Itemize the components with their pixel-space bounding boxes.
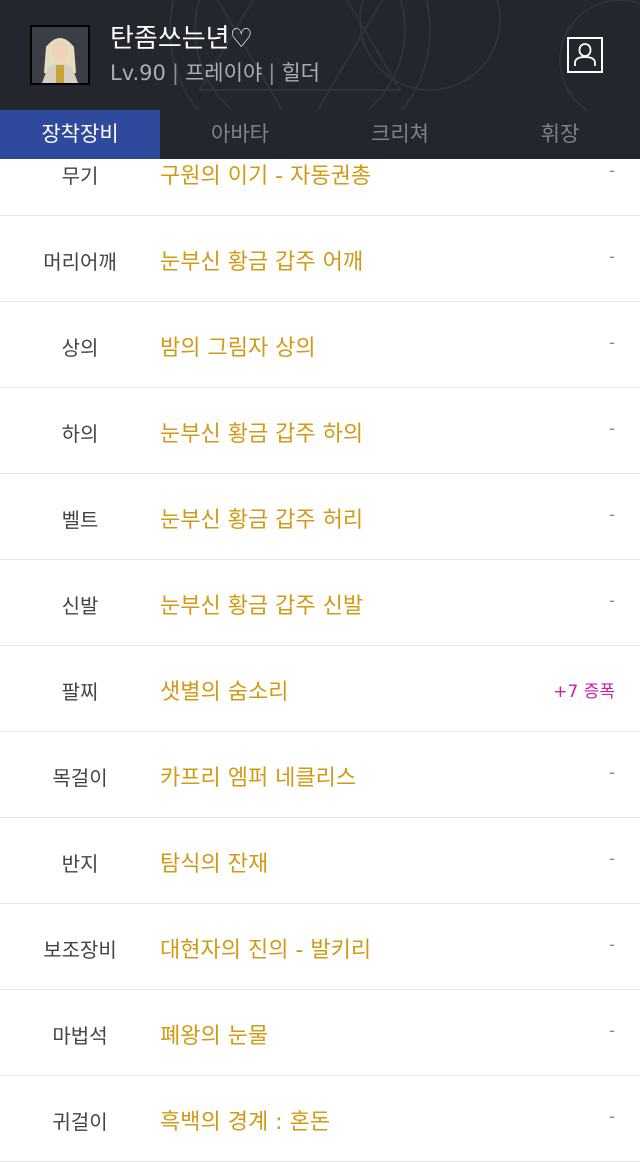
- equipment-extra: -: [608, 763, 615, 783]
- character-meta: Lv.90 | 프레이야 | 힐더: [110, 59, 320, 87]
- equipment-item-name[interactable]: 구원의 이기 - 자동권총: [160, 158, 371, 190]
- character-server: 프레이야: [184, 61, 263, 85]
- equipment-slot-label: 무기: [61, 164, 99, 188]
- equipment-row[interactable]: 상의 밤의 그림자 상의 -: [0, 302, 640, 388]
- equipment-slot-label: 보조장비: [43, 938, 117, 962]
- character-header: 탄좀쓰는년♡ Lv.90 | 프레이야 | 힐더: [0, 0, 640, 110]
- equipment-slot-label: 신발: [61, 594, 99, 618]
- equipment-extra: -: [608, 333, 615, 353]
- equipment-item-name[interactable]: 대현자의 진의 - 발키리: [160, 932, 371, 964]
- equipment-extra: -: [608, 247, 615, 267]
- meta-divider: |: [171, 61, 179, 85]
- equipment-slot-label: 반지: [61, 852, 99, 876]
- equipment-item-name[interactable]: 카프리 엠퍼 네클리스: [160, 760, 356, 792]
- equipment-item-name[interactable]: 눈부신 황금 갑주 하의: [160, 416, 363, 448]
- equipment-row[interactable]: 마법석 폐왕의 눈물 -: [0, 990, 640, 1076]
- equipment-extra: -: [608, 419, 615, 439]
- character-name: 탄좀쓰는년♡: [110, 24, 253, 54]
- character-level: Lv.90: [110, 61, 166, 85]
- equipment-extra: -: [608, 591, 615, 611]
- character-avatar[interactable]: [30, 25, 90, 85]
- equipment-extra: -: [608, 935, 615, 955]
- profile-button[interactable]: [567, 37, 603, 73]
- equipment-slot-label: 상의: [61, 336, 99, 360]
- character-class: 힐더: [281, 61, 320, 85]
- equipment-row[interactable]: 반지 탐식의 잔재 -: [0, 818, 640, 904]
- equipment-slot-label: 머리어깨: [43, 250, 117, 274]
- header-pattern-decoration: [169, 0, 640, 110]
- equipment-extra: -: [608, 1021, 615, 1041]
- equipment-item-name[interactable]: 흑백의 경계 : 혼돈: [160, 1104, 330, 1136]
- equipment-row[interactable]: 하의 눈부신 황금 갑주 하의 -: [0, 388, 640, 474]
- character-portrait-icon: [32, 27, 88, 83]
- equipment-slot-label: 마법석: [52, 1024, 108, 1048]
- amplification-badge: +7 증폭: [553, 682, 615, 702]
- equipment-extra: -: [608, 505, 615, 525]
- equipment-row[interactable]: 머리어깨 눈부신 황금 갑주 어깨 -: [0, 216, 640, 302]
- equipment-item-name[interactable]: 눈부신 황금 갑주 허리: [160, 502, 363, 534]
- equipment-row[interactable]: 벨트 눈부신 황금 갑주 허리 -: [0, 474, 640, 560]
- equipment-row[interactable]: 무기 구원의 이기 - 자동권총 -: [0, 130, 640, 216]
- equipment-row[interactable]: 신발 눈부신 황금 갑주 신발 -: [0, 560, 640, 646]
- equipment-row[interactable]: 팔찌 샛별의 숨소리 +7 증폭: [0, 646, 640, 732]
- meta-divider: |: [268, 61, 276, 85]
- equipment-slot-label: 목걸이: [52, 766, 108, 790]
- equipment-item-name[interactable]: 폐왕의 눈물: [160, 1018, 268, 1050]
- equipment-extra: -: [608, 849, 615, 869]
- equipment-item-name[interactable]: 눈부신 황금 갑주 신발: [160, 588, 363, 620]
- equipment-item-name[interactable]: 샛별의 숨소리: [160, 674, 288, 706]
- equipment-slot-label: 벨트: [61, 508, 99, 532]
- equipment-slot-label: 귀걸이: [52, 1110, 108, 1134]
- equipment-item-name[interactable]: 눈부신 황금 갑주 어깨: [160, 244, 363, 276]
- equipment-extra: -: [608, 161, 615, 181]
- person-icon: [574, 43, 596, 66]
- equipment-row[interactable]: 귀걸이 흑백의 경계 : 혼돈 -: [0, 1076, 640, 1162]
- equipment-extra: -: [608, 1107, 615, 1127]
- equipment-row[interactable]: 목걸이 카프리 엠퍼 네클리스 -: [0, 732, 640, 818]
- equipment-slot-label: 하의: [61, 422, 99, 446]
- equipment-item-name[interactable]: 탐식의 잔재: [160, 846, 268, 878]
- equipment-slot-label: 팔찌: [61, 680, 99, 704]
- equipment-item-name[interactable]: 밤의 그림자 상의: [160, 330, 316, 362]
- equipment-row[interactable]: 보조장비 대현자의 진의 - 발키리 -: [0, 904, 640, 990]
